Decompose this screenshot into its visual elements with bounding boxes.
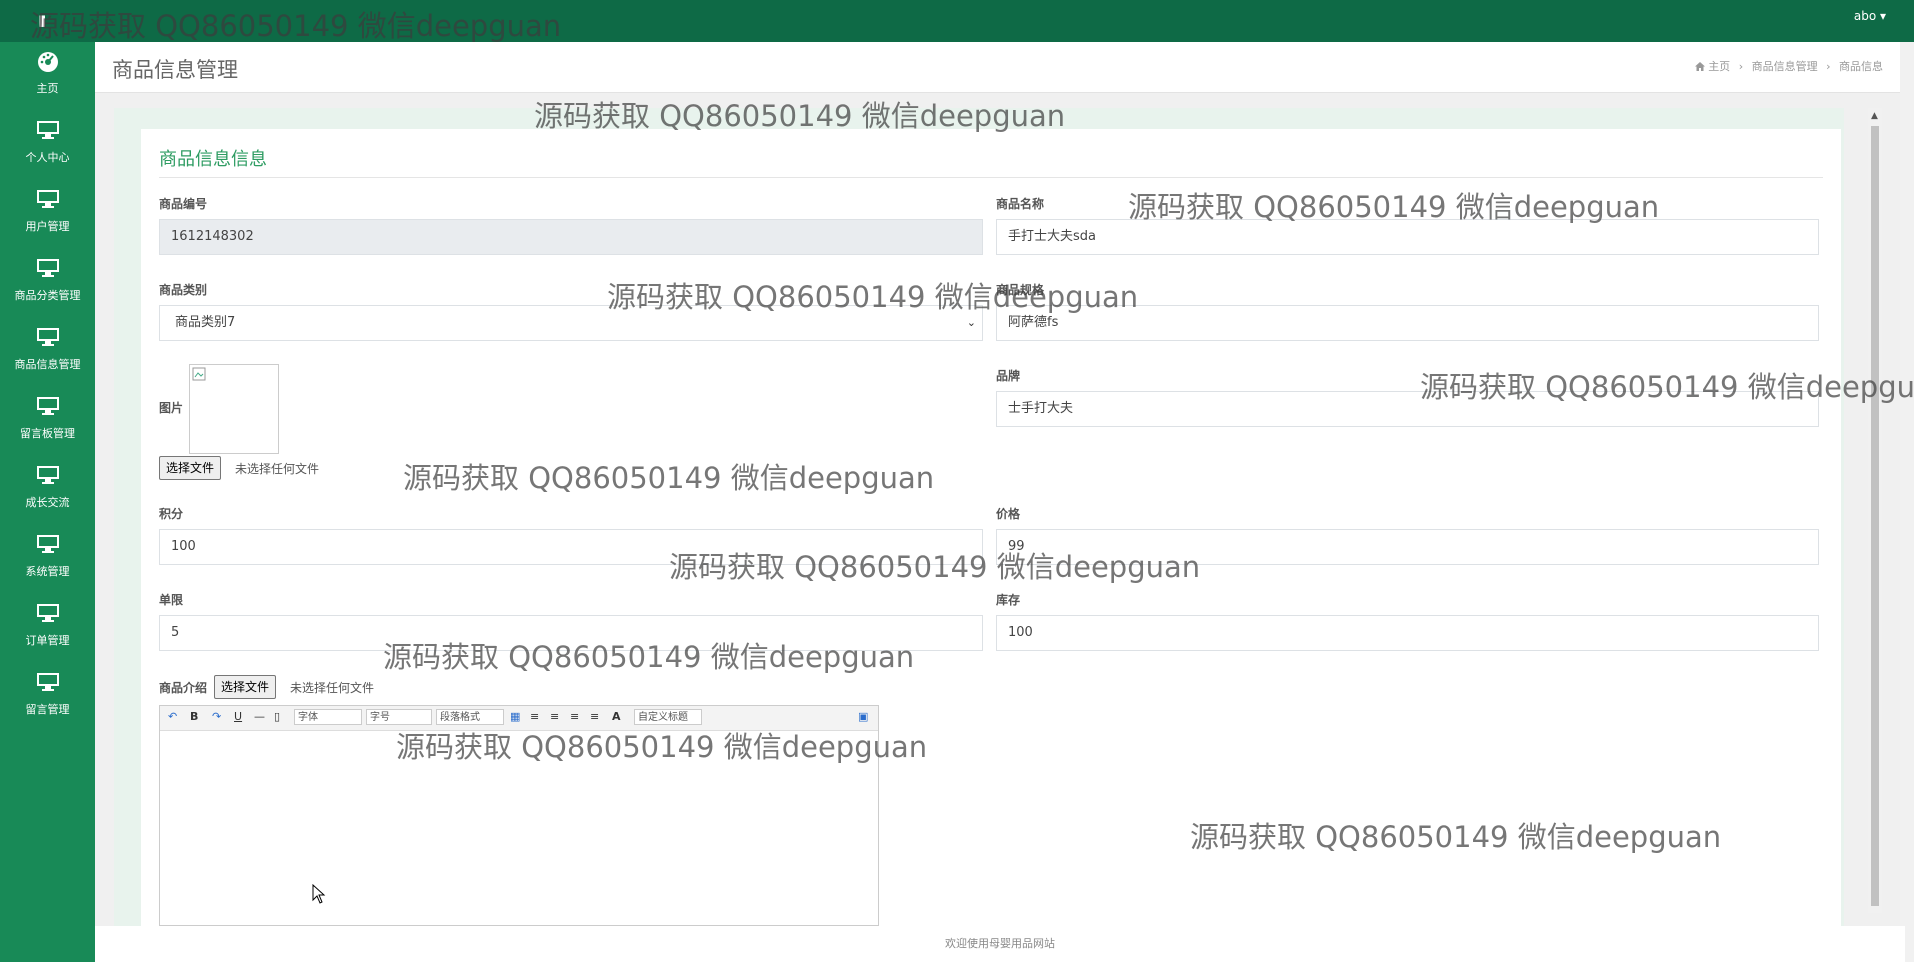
points-label: 积分 [159,507,184,521]
product-image [189,364,279,454]
intro-label: 商品介绍 [159,681,208,695]
sidebar-item-home[interactable]: 主页 [0,42,95,111]
sidebar-item-orders[interactable]: 订单管理 [0,594,95,663]
category-label: 商品类别 [159,283,208,297]
watermark: 源码获取 QQ86050149 微信deepguan [396,730,928,764]
monitor-icon [37,259,59,277]
form-title: 商品信息信息 [159,149,267,170]
sidebar-item-label: 商品分类管理 [14,289,81,302]
sidebar-item-messages[interactable]: 留言管理 [0,663,95,732]
align-right-icon[interactable]: ≡ [550,710,559,723]
fullscreen-icon[interactable]: ▣ [858,710,868,723]
sidebar-item-label: 个人中心 [25,151,70,164]
price-label: 价格 [996,507,1021,521]
paragraph-format-select[interactable]: 段落格式 [436,709,504,725]
brand-label: 品牌 [996,369,1021,383]
image-file-button[interactable]: 选择文件 [159,456,222,480]
image-label: 图片 [159,401,184,415]
sidebar-item-users[interactable]: 用户管理 [0,180,95,249]
category-select-value: 商品类别7 [175,315,236,330]
home-icon [1694,62,1705,71]
stock-field[interactable]: 100 [996,615,1819,651]
code-field: 1612148302 [159,219,983,255]
font-color-button[interactable]: A [612,710,621,723]
limit-label: 单限 [159,593,184,607]
undo-icon[interactable]: ↶ [168,710,177,723]
watermark: 源码获取 QQ86050149 微信deepguan [30,9,562,43]
table-icon[interactable]: ▦ [510,710,520,723]
horizontal-rule-icon[interactable]: — [254,710,265,723]
user-menu[interactable]: abo ▾ [1854,9,1886,23]
product-form-panel: 商品信息信息 商品编号 1612148302 商品名称 手打士大夫sda 商品类… [141,129,1841,926]
watermark: 源码获取 QQ86050149 微信deepguan [403,461,935,495]
monitor-icon [37,466,59,484]
align-left-icon[interactable]: ≡ [530,710,539,723]
divider [159,177,1823,178]
scrollbar-thumb[interactable] [1871,126,1879,906]
footer: 欢迎使用母婴用品网站 [95,926,1905,962]
monitor-icon [37,604,59,622]
align-center-icon[interactable]: ≡ [570,710,579,723]
breadcrumb: 主页 › 商品信息管理 › 商品信息 [1694,58,1883,74]
bold-button[interactable]: B [190,710,198,723]
sidebar-item-system[interactable]: 系统管理 [0,525,95,594]
underline-button[interactable]: U [234,710,242,723]
monitor-icon [37,328,59,346]
breadcrumb-separator: › [1738,60,1744,73]
watermark: 源码获取 QQ86050149 微信deepguan [1190,820,1722,854]
intro-file-status: 未选择任何文件 [290,681,375,695]
monitor-icon [37,673,59,691]
page-icon[interactable]: ▯ [274,710,280,723]
page-scrollbar[interactable] [1900,42,1914,962]
page-header: 商品信息管理 主页 › 商品信息管理 › 商品信息 [95,42,1905,93]
page-title: 商品信息管理 [112,58,238,82]
redo-icon[interactable]: ↷ [212,710,221,723]
sidebar-item-label: 留言板管理 [20,427,75,440]
content-scrollbar[interactable]: ▲ [1868,108,1882,913]
code-label: 商品编号 [159,197,208,211]
font-family-select[interactable]: 字体 [294,709,362,725]
image-file-status: 未选择任何文件 [235,462,320,476]
sidebar-item-category[interactable]: 商品分类管理 [0,249,95,318]
watermark: 源码获取 QQ86050149 微信deepguan [669,550,1201,584]
monitor-icon [37,190,59,208]
watermark: 源码获取 QQ86050149 微信deepguan [1128,190,1660,224]
align-justify-icon[interactable]: ≡ [590,710,599,723]
watermark: 源码获取 QQ86050149 微信deepguan [383,640,915,674]
intro-file-button[interactable]: 选择文件 [214,675,277,699]
sidebar-item-label: 成长交流 [25,496,70,509]
sidebar-item-message-board[interactable]: 留言板管理 [0,387,95,456]
monitor-icon [37,121,59,139]
sidebar-item-product-info[interactable]: 商品信息管理 [0,318,95,387]
sidebar-item-growth[interactable]: 成长交流 [0,456,95,525]
sidebar-item-personal-center[interactable]: 个人中心 [0,111,95,180]
custom-title-select[interactable]: 自定义标题 [634,709,702,725]
watermark: 源码获取 QQ86050149 微信deepguan [534,99,1066,133]
sidebar-item-label: 主页 [36,82,59,95]
monitor-icon [37,535,59,553]
watermark: 源码获取 QQ86050149 微信deepguan [607,280,1139,314]
scroll-up-icon[interactable]: ▲ [1871,111,1878,121]
stock-label: 库存 [996,593,1021,607]
broken-image-icon [192,367,206,381]
sidebar-item-label: 用户管理 [25,220,70,233]
breadcrumb-home[interactable]: 主页 [1708,60,1730,73]
breadcrumb-current: 商品信息 [1839,60,1883,73]
breadcrumb-separator: › [1826,60,1831,73]
font-size-select[interactable]: 字号 [366,709,432,725]
breadcrumb-product-management[interactable]: 商品信息管理 [1752,60,1818,73]
sidebar: 主页 个人中心 用户管理 商品分类管理 商品信息管理 留言板管理 成长交流 系统… [0,42,95,962]
dashboard-icon [38,52,58,72]
sidebar-item-label: 留言管理 [25,703,70,716]
sidebar-item-label: 商品信息管理 [14,358,81,371]
mouse-cursor-icon [312,884,326,904]
watermark: 源码获取 QQ86050149 微信deepguan [1420,370,1914,404]
name-label: 商品名称 [996,197,1045,211]
sidebar-item-label: 订单管理 [25,634,70,647]
monitor-icon [37,397,59,415]
sidebar-item-label: 系统管理 [25,565,70,578]
